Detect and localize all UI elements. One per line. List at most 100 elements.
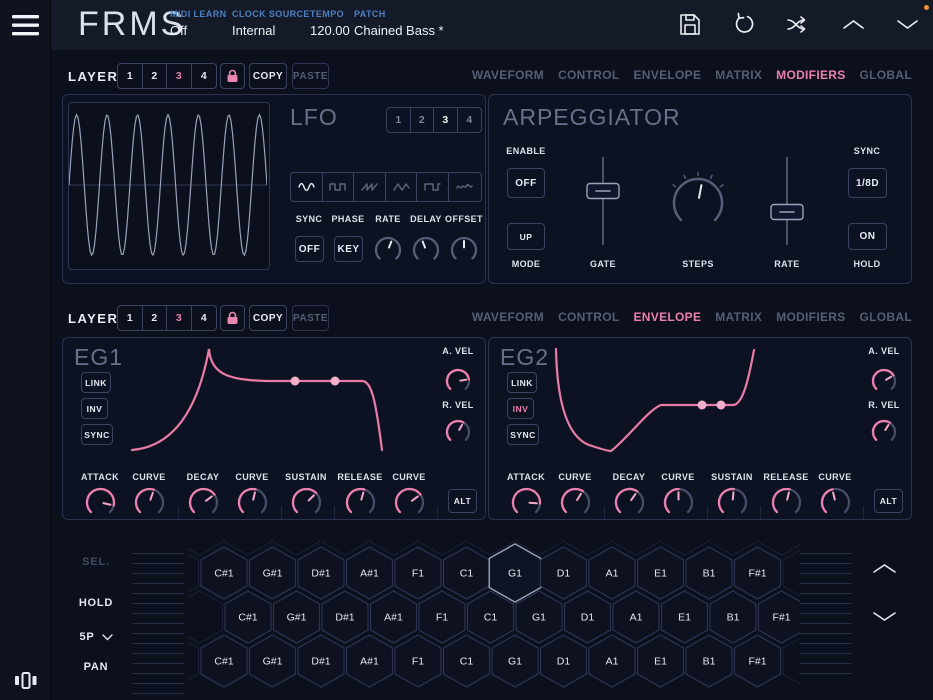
eg2-attack-knob-0[interactable]	[506, 482, 547, 523]
eg2-avel-knob[interactable]	[866, 363, 902, 399]
eg1-sync-button[interactable]: SYNC	[81, 424, 113, 445]
eg2-link-button[interactable]: LINK	[507, 372, 537, 393]
eg1-rvel-knob[interactable]	[440, 414, 476, 450]
eg2-sustain-knob-4[interactable]	[712, 482, 753, 523]
tab-control-1[interactable]: CONTROL	[558, 68, 619, 82]
eg1-release-knob-5[interactable]	[340, 482, 381, 523]
clock-source-value[interactable]: Internal	[232, 23, 275, 38]
lfo-phase-button[interactable]: KEY	[334, 236, 363, 262]
arp-hold-button[interactable]: ON	[848, 223, 887, 250]
lfo-shape-sine-icon[interactable]	[291, 173, 323, 201]
lfo-offset-label: OFFSET	[445, 214, 483, 224]
arp-steps-knob[interactable]	[667, 172, 729, 234]
eg2-curve-knob-1[interactable]	[555, 482, 596, 523]
lfo-shape-triangle-icon[interactable]	[386, 173, 418, 201]
layer-button-3[interactable]: 3	[167, 64, 192, 88]
layer-button-2[interactable]: 2	[143, 306, 168, 330]
eg1-avel-label: A. VEL	[442, 346, 473, 356]
lfo-offset-knob[interactable]	[445, 231, 483, 269]
pattern-dropdown[interactable]: 5P	[66, 631, 126, 643]
arp-gate-slider[interactable]	[583, 147, 623, 255]
hamburger-menu-icon[interactable]	[12, 15, 39, 36]
patch-prev-chevron-up-icon[interactable]	[842, 18, 865, 31]
tab-modifiers-1[interactable]: MODIFIERS	[776, 68, 845, 82]
eg1-link-button[interactable]: LINK	[81, 372, 111, 393]
patch-next-chevron-down-icon[interactable]	[896, 18, 919, 31]
lfo-delay-knob[interactable]	[407, 231, 445, 269]
octave-up-chevron-icon[interactable]	[872, 562, 897, 575]
layer-button-3[interactable]: 3	[167, 306, 192, 330]
layer-button-2[interactable]: 2	[143, 64, 168, 88]
eg1-avel-knob[interactable]	[440, 363, 476, 399]
lfo-select-3[interactable]: 3	[434, 108, 458, 132]
layer-button-1[interactable]: 1	[118, 64, 143, 88]
tab-waveform-2[interactable]: WAVEFORM	[472, 310, 544, 324]
tab-envelope-1[interactable]: ENVELOPE	[634, 68, 702, 82]
lfo-shape-pulse-icon[interactable]	[417, 173, 449, 201]
tab-matrix-2[interactable]: MATRIX	[715, 310, 762, 324]
eg1-alt-button[interactable]: ALT	[448, 489, 477, 513]
patch-value[interactable]: Chained Bass *	[354, 23, 444, 38]
lfo-rate-label: RATE	[375, 214, 400, 224]
note-label-E1-r3: E1	[654, 656, 667, 668]
tempo-value[interactable]: 120.00	[310, 23, 350, 38]
eg2-title: EG2	[500, 344, 549, 371]
note-label-G1-r1: G1	[508, 568, 522, 580]
eg1-divider-2	[334, 506, 335, 519]
pan-label[interactable]: PAN	[66, 661, 126, 673]
eg1-curve-knob-3[interactable]	[232, 482, 273, 523]
lfo-rate-knob[interactable]	[369, 231, 407, 269]
lfo-shape-saw-icon[interactable]	[354, 173, 386, 201]
eg2-curve-display[interactable]	[546, 343, 866, 462]
eg2-curve-knob-3[interactable]	[658, 482, 699, 523]
lfo-select-4[interactable]: 4	[458, 108, 482, 132]
arp-mode-button[interactable]: UP	[507, 223, 545, 250]
tab-modifiers-2[interactable]: MODIFIERS	[776, 310, 845, 324]
eg2-decay-knob-2[interactable]	[609, 482, 650, 523]
copy-button-1[interactable]: COPY	[249, 63, 287, 89]
eg2-rvel-knob[interactable]	[866, 414, 902, 450]
hex-keyboard: C#1G#1D#1A#1F1C1G1D1A1E1B1F#1C#1G#1D#1A#…	[188, 540, 800, 700]
tab-envelope-2[interactable]: ENVELOPE	[634, 310, 702, 324]
arp-sync-button[interactable]: 1/8D	[848, 168, 887, 198]
lfo-select-1[interactable]: 1	[387, 108, 411, 132]
copy-button-2[interactable]: COPY	[249, 305, 287, 331]
undo-icon[interactable]	[732, 12, 755, 36]
eg1-attack-knob-0[interactable]	[80, 482, 121, 523]
eg1-inv-button[interactable]: INV	[81, 398, 108, 419]
layer-button-4[interactable]: 4	[192, 306, 217, 330]
eg2-curve-knob-6[interactable]	[815, 482, 856, 523]
eg2-sync-button[interactable]: SYNC	[507, 424, 539, 445]
tab-global-1[interactable]: GLOBAL	[860, 68, 912, 82]
tab-matrix-1[interactable]: MATRIX	[715, 68, 762, 82]
midi-learn-value[interactable]: Off	[170, 23, 187, 38]
arp-rate-slider[interactable]	[767, 147, 807, 255]
eg1-curve-knob-6[interactable]	[389, 482, 430, 523]
layer-lock-button-2[interactable]	[220, 305, 245, 331]
lfo-select-2[interactable]: 2	[411, 108, 435, 132]
eg2-alt-button[interactable]: ALT	[874, 489, 903, 513]
arp-enable-button[interactable]: OFF	[507, 168, 545, 198]
layer-button-4[interactable]: 4	[192, 64, 217, 88]
eg2-release-knob-5[interactable]	[766, 482, 807, 523]
paste-button-1[interactable]: PASTE	[292, 63, 329, 89]
eg1-curve-knob-1[interactable]	[129, 482, 170, 523]
layer-lock-button-1[interactable]	[220, 63, 245, 89]
lfo-shape-square-icon[interactable]	[323, 173, 355, 201]
shuffle-icon[interactable]	[786, 14, 811, 35]
eg2-inv-button[interactable]: INV	[507, 398, 534, 419]
tab-waveform-1[interactable]: WAVEFORM	[472, 68, 544, 82]
tab-control-2[interactable]: CONTROL	[558, 310, 619, 324]
save-icon[interactable]	[679, 13, 701, 36]
lfo-shape-random-icon[interactable]	[449, 173, 481, 201]
octave-down-chevron-icon[interactable]	[872, 610, 897, 623]
hold-label[interactable]: HOLD	[66, 597, 126, 609]
eg1-curve-display[interactable]	[120, 343, 440, 462]
eg1-decay-knob-2[interactable]	[183, 482, 224, 523]
mixer-view-icon[interactable]	[13, 671, 38, 690]
tab-global-2[interactable]: GLOBAL	[860, 310, 912, 324]
layer-button-1[interactable]: 1	[118, 306, 143, 330]
lfo-sync-button[interactable]: OFF	[295, 236, 324, 262]
paste-button-2[interactable]: PASTE	[292, 305, 329, 331]
eg1-sustain-knob-4[interactable]	[286, 482, 327, 523]
